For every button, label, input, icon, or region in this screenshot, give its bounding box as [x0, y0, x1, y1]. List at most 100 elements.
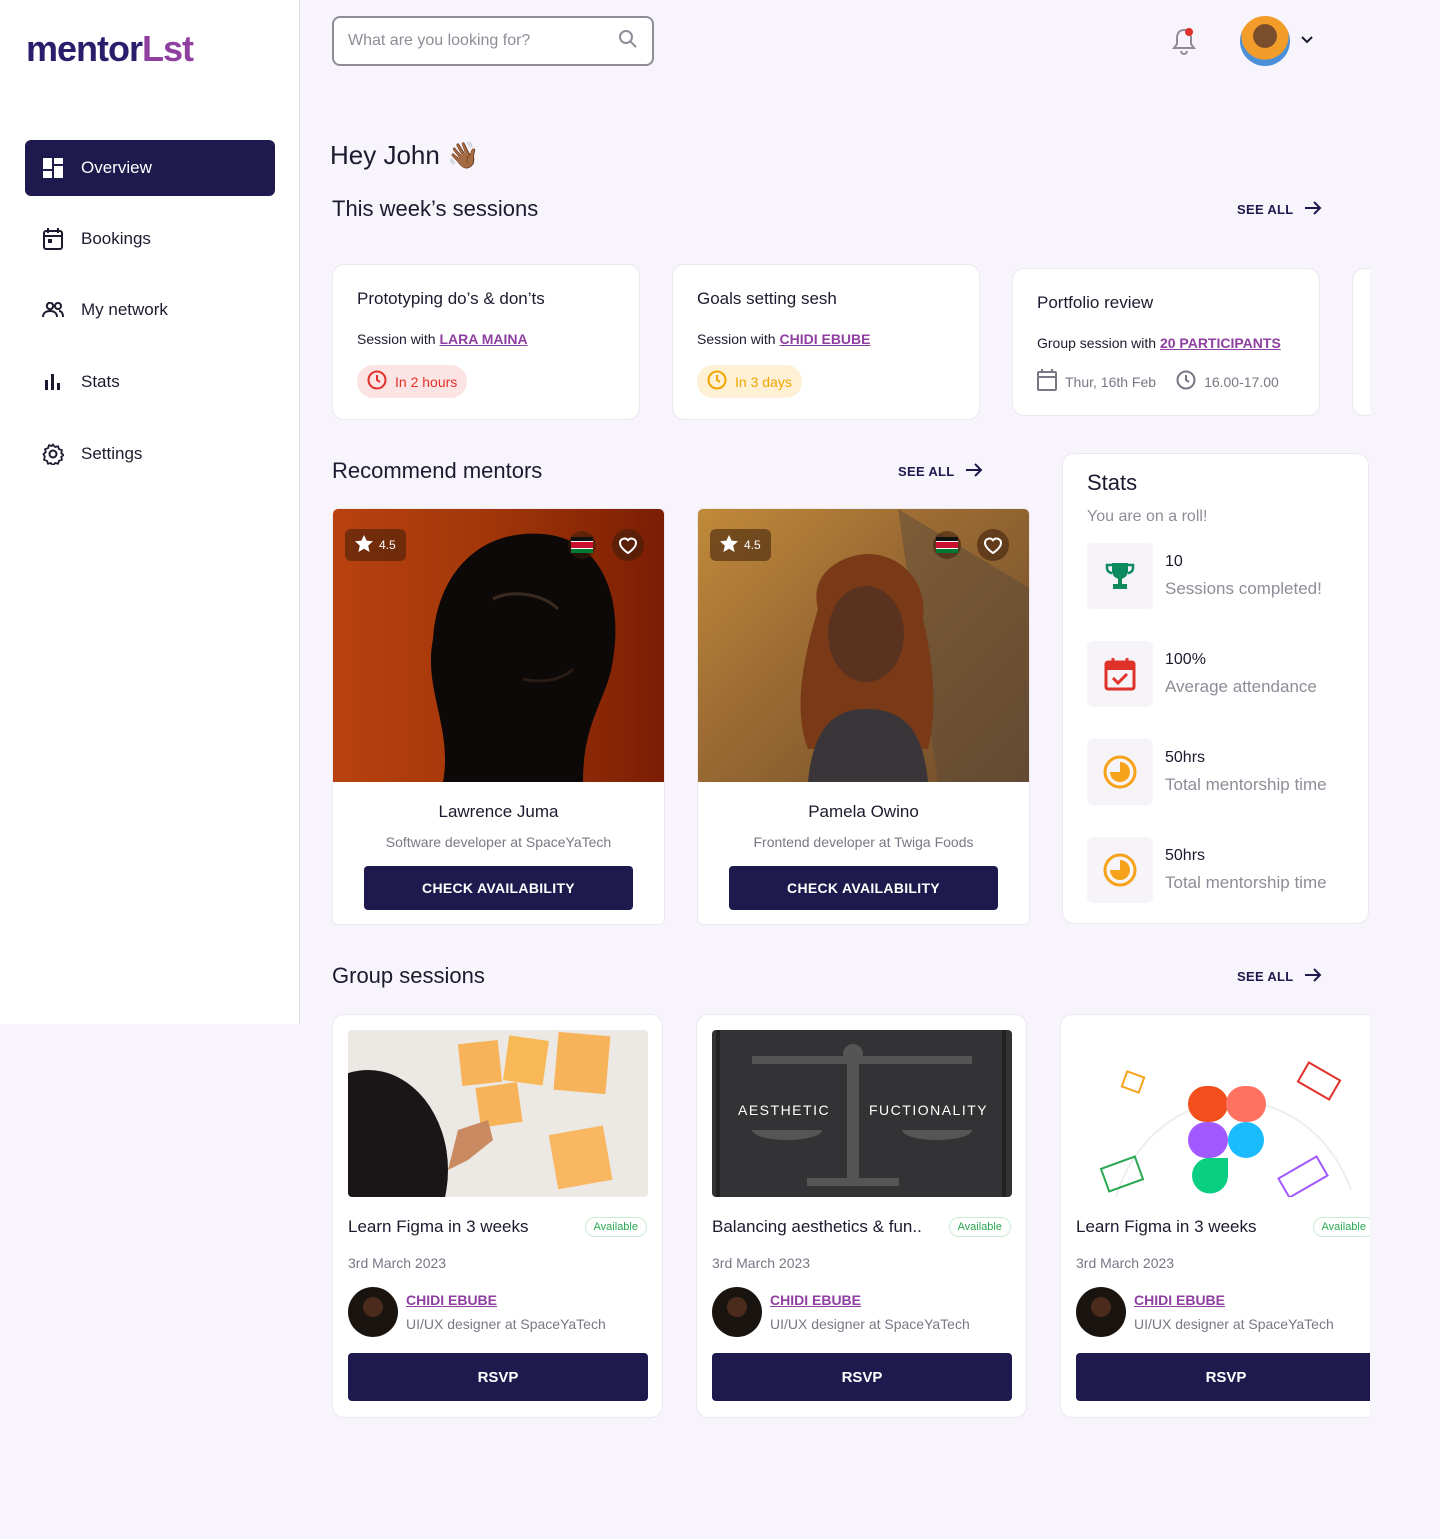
rating-badge: 4.5	[345, 529, 406, 561]
time-progress-icon	[1087, 739, 1153, 805]
host-name-link[interactable]: CHIDI EBUBE	[1134, 1292, 1334, 1308]
group-session-card[interactable]: Learn Figma in 3 weeks Available 3rd Mar…	[332, 1014, 663, 1418]
session-participants-link[interactable]: 20 PARTICIPANTS	[1160, 335, 1281, 351]
group-card-clip: Learn Figma in 3 weeks Available 3rd Mar…	[1060, 1014, 1370, 1418]
mentors-see-all-link[interactable]: SEE ALL	[898, 462, 983, 481]
sidebar-item-stats[interactable]: Stats	[25, 354, 275, 410]
mentor-name: Pamela Owino	[808, 802, 919, 821]
group-session-card[interactable]: Learn Figma in 3 weeks Available 3rd Mar…	[1060, 1014, 1370, 1418]
group-session-title: Balancing aesthetics & fun..	[712, 1217, 922, 1236]
gear-icon	[41, 442, 65, 466]
stat-label: Average attendance	[1165, 677, 1317, 696]
scale-image: AESTHETIC FUCTIONALITY	[712, 1030, 1012, 1197]
session-meta: Thur, 16th Feb 16.00-17.00	[1037, 369, 1295, 394]
sidebar-item-label: Stats	[81, 372, 120, 391]
group-session-date: 3rd March 2023	[1076, 1255, 1175, 1271]
mentor-photo: 4.5	[698, 509, 1029, 782]
arrow-right-icon	[965, 462, 983, 481]
calendar-icon	[41, 227, 65, 251]
user-avatar[interactable]	[1240, 16, 1290, 66]
stat-item: 100% Average attendance	[1087, 641, 1317, 707]
logo[interactable]: mentorLst	[26, 28, 194, 70]
sidebar-item-label: Bookings	[81, 229, 151, 248]
group-session-title: Learn Figma in 3 weeks	[348, 1217, 529, 1236]
groups-see-all-link[interactable]: SEE ALL	[1237, 967, 1322, 986]
weekly-sessions-title: This week’s sessions	[332, 196, 539, 221]
session-title: Goals setting sesh	[697, 289, 837, 308]
group-session-title: Learn Figma in 3 weeks	[1076, 1217, 1257, 1236]
session-with: Session with CHIDI EBUBE	[697, 331, 871, 347]
status-badge: Available	[584, 1217, 647, 1237]
sidebar-item-settings[interactable]: Settings	[25, 426, 275, 482]
dashboard-icon	[41, 156, 65, 180]
notification-bell-icon[interactable]	[1170, 26, 1198, 56]
star-icon	[720, 535, 738, 555]
mentor-card[interactable]: 4.5 Lawrence Juma Software developer at …	[332, 508, 665, 925]
sidebar-item-bookings[interactable]: Bookings	[25, 211, 275, 267]
search-input[interactable]	[348, 32, 608, 50]
mentor-card[interactable]: 4.5 Pamela Owino Frontend developer at T…	[697, 508, 1030, 925]
avatar	[348, 1287, 398, 1337]
session-card[interactable]: Portfolio review Group session with 20 P…	[1012, 268, 1320, 416]
mentor-photo: 4.5	[333, 509, 664, 782]
mentor-name: Lawrence Juma	[438, 802, 559, 821]
time-progress-icon	[1087, 837, 1153, 903]
session-card[interactable]: Prototyping do’s & don’ts Session with L…	[332, 264, 640, 420]
group-session-host: CHIDI EBUBE UI/UX designer at SpaceYaTec…	[712, 1287, 1011, 1337]
sidebar-item-my-network[interactable]: My network	[25, 282, 275, 338]
session-with: Group session with 20 PARTICIPANTS	[1037, 335, 1281, 351]
group-session-card[interactable]: AESTHETIC FUCTIONALITY Balancing aesthet…	[696, 1014, 1027, 1418]
stats-panel: Stats You are on a roll! 10 Sessions com…	[1062, 453, 1369, 924]
check-availability-button[interactable]: CHECK AVAILABILITY	[364, 866, 633, 910]
status-badge: In 3 days	[697, 365, 802, 398]
kenya-flag-icon	[568, 531, 596, 559]
rsvp-button[interactable]: RSVP	[1076, 1353, 1370, 1401]
favorite-heart-icon[interactable]	[977, 529, 1009, 561]
group-session-date: 3rd March 2023	[348, 1255, 447, 1271]
weekly-see-all-link[interactable]: SEE ALL	[1237, 200, 1322, 219]
sidebar: mentorLst Overview Bookings My network S…	[0, 0, 300, 1024]
arrow-right-icon	[1304, 200, 1322, 219]
session-title: Portfolio review	[1037, 293, 1154, 312]
kenya-flag-icon	[933, 531, 961, 559]
search-bar[interactable]	[332, 16, 654, 66]
rsvp-button[interactable]: RSVP	[348, 1353, 648, 1401]
session-with: Session with LARA MAINA	[357, 331, 528, 347]
figma-logo-image	[1076, 1030, 1370, 1197]
image-label-functionality: FUCTIONALITY	[869, 1102, 989, 1118]
stat-value: 10	[1165, 553, 1183, 570]
sidebar-item-label: My network	[81, 300, 168, 319]
session-host-link[interactable]: CHIDI EBUBE	[779, 331, 870, 347]
arrow-right-icon	[1304, 967, 1322, 986]
mentors-title: Recommend mentors	[332, 458, 543, 483]
stats-title: Stats	[1087, 470, 1138, 495]
stats-subtitle: You are on a roll!	[1087, 508, 1208, 525]
rsvp-button[interactable]: RSVP	[712, 1353, 1012, 1401]
host-name-link[interactable]: CHIDI EBUBE	[770, 1292, 970, 1308]
stat-value: 50hrs	[1165, 749, 1206, 766]
session-card-partial[interactable]	[1352, 268, 1370, 416]
sidebar-item-overview[interactable]: Overview	[25, 140, 275, 196]
sidebar-item-label: Settings	[81, 444, 143, 463]
bar-chart-icon	[41, 370, 65, 394]
search-icon[interactable]	[618, 29, 638, 54]
check-availability-button[interactable]: CHECK AVAILABILITY	[729, 866, 998, 910]
host-name-link[interactable]: CHIDI EBUBE	[406, 1292, 606, 1308]
stat-item: 50hrs Total mentorship time	[1087, 837, 1327, 903]
favorite-heart-icon[interactable]	[612, 529, 644, 561]
status-badge: In 2 hours	[357, 365, 468, 398]
stat-item: 10 Sessions completed!	[1087, 543, 1322, 609]
people-icon	[41, 298, 65, 322]
stat-item: 50hrs Total mentorship time	[1087, 739, 1327, 805]
session-host-link[interactable]: LARA MAINA	[439, 331, 527, 347]
image-label-aesthetic: AESTHETIC	[738, 1102, 831, 1118]
avatar	[712, 1287, 762, 1337]
group-session-host: CHIDI EBUBE UI/UX designer at SpaceYaTec…	[348, 1287, 647, 1337]
calendar-check-icon	[1087, 641, 1153, 707]
clock-icon	[707, 370, 727, 393]
rating-badge: 4.5	[710, 529, 771, 561]
stat-value: 50hrs	[1165, 847, 1206, 864]
stat-label: Total mentorship time	[1165, 775, 1327, 794]
session-card[interactable]: Goals setting sesh Session with CHIDI EB…	[672, 264, 980, 420]
chevron-down-icon[interactable]	[1300, 32, 1314, 50]
